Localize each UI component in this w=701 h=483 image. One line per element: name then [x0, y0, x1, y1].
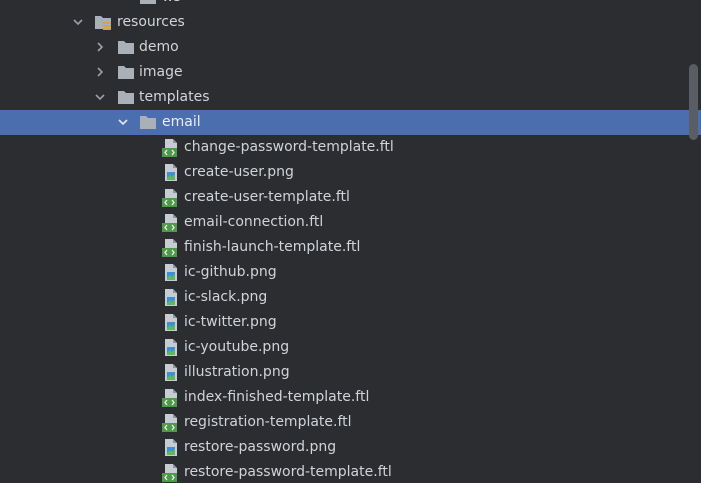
resources-folder-icon	[95, 16, 111, 30]
png-file-icon	[165, 339, 177, 356]
png-file-icon	[165, 264, 177, 281]
tree-row-restore-password-template-ftl[interactable]: restore-password-template.ftl	[0, 460, 701, 483]
tree-row-label: ic-youtube.png	[184, 339, 290, 355]
tree-row-partial[interactable]: ws	[0, 0, 701, 10]
chevron-down-icon[interactable]	[94, 91, 106, 103]
tree-row-create-user-png[interactable]: create-user.png	[0, 160, 701, 185]
tree-row-label: create-user.png	[184, 164, 294, 180]
tree-row-demo[interactable]: demo	[0, 35, 701, 60]
tree-row-label: demo	[139, 39, 179, 55]
tree-row-resources[interactable]: resources	[0, 10, 701, 35]
tree-row-ic-youtube-png[interactable]: ic-youtube.png	[0, 335, 701, 360]
tree-row-label: finish-launch-template.ftl	[184, 239, 361, 255]
tree-row-label: ic-twitter.png	[184, 314, 277, 330]
tree-row-label: image	[139, 64, 183, 80]
vertical-scrollbar-track[interactable]	[687, 0, 701, 483]
tree-row-label: index-finished-template.ftl	[184, 389, 370, 405]
chevron-down-icon[interactable]	[117, 116, 129, 128]
png-file-icon	[165, 289, 177, 306]
tree-row-label: ws	[162, 0, 181, 10]
tree-row-label: ic-github.png	[184, 264, 277, 280]
tree-row-ic-github-png[interactable]: ic-github.png	[0, 260, 701, 285]
folder-icon	[118, 91, 134, 104]
tree-row-ic-slack-png[interactable]: ic-slack.png	[0, 285, 701, 310]
tree-row-label: resources	[117, 14, 185, 30]
ftl-file-icon	[162, 189, 177, 207]
tree-row-index-finished-template-ftl[interactable]: index-finished-template.ftl	[0, 385, 701, 410]
tree-row-finish-launch-template-ftl[interactable]: finish-launch-template.ftl	[0, 235, 701, 260]
ftl-file-icon	[162, 464, 177, 482]
png-file-icon	[165, 439, 177, 456]
tree-row-label: ic-slack.png	[184, 289, 268, 305]
tree-row-illustration-png[interactable]: illustration.png	[0, 360, 701, 385]
tree-row-label: registration-template.ftl	[184, 414, 352, 430]
png-file-icon	[165, 164, 177, 181]
folder-icon	[140, 116, 156, 129]
folder-icon	[118, 66, 134, 79]
folder-icon	[140, 0, 156, 4]
tree-row-create-user-template-ftl[interactable]: create-user-template.ftl	[0, 185, 701, 210]
tree-row-label: restore-password.png	[184, 439, 337, 455]
project-tree: ws resources demo image templates email change…	[0, 0, 701, 483]
vertical-scrollbar-thumb[interactable]	[689, 64, 698, 140]
tree-row-change-password-template-ftl[interactable]: change-password-template.ftl	[0, 135, 701, 160]
ftl-file-icon	[162, 214, 177, 232]
ftl-file-icon	[162, 414, 177, 432]
tree-row-label: restore-password-template.ftl	[184, 464, 392, 480]
chevron-right-icon[interactable]	[94, 41, 106, 53]
ftl-file-icon	[162, 139, 177, 157]
tree-row-label: email	[162, 114, 201, 130]
ftl-file-icon	[162, 239, 177, 257]
tree-row-label: change-password-template.ftl	[184, 139, 394, 155]
folder-icon	[118, 41, 134, 54]
tree-row-label: create-user-template.ftl	[184, 189, 350, 205]
ftl-file-icon	[162, 389, 177, 407]
tree-row-label: illustration.png	[184, 364, 290, 380]
chevron-down-icon[interactable]	[72, 16, 84, 28]
chevron-down-icon[interactable]	[118, 0, 130, 3]
tree-row-ic-twitter-png[interactable]: ic-twitter.png	[0, 310, 701, 335]
chevron-right-icon[interactable]	[94, 66, 106, 78]
tree-row-email[interactable]: email	[0, 110, 701, 135]
tree-row-label: email-connection.ftl	[184, 214, 324, 230]
tree-row-restore-password-png[interactable]: restore-password.png	[0, 435, 701, 460]
tree-row-registration-template-ftl[interactable]: registration-template.ftl	[0, 410, 701, 435]
tree-row-templates[interactable]: templates	[0, 85, 701, 110]
tree-row-email-connection-ftl[interactable]: email-connection.ftl	[0, 210, 701, 235]
png-file-icon	[165, 314, 177, 331]
tree-row-image[interactable]: image	[0, 60, 701, 85]
png-file-icon	[165, 364, 177, 381]
tree-row-label: templates	[139, 89, 210, 105]
